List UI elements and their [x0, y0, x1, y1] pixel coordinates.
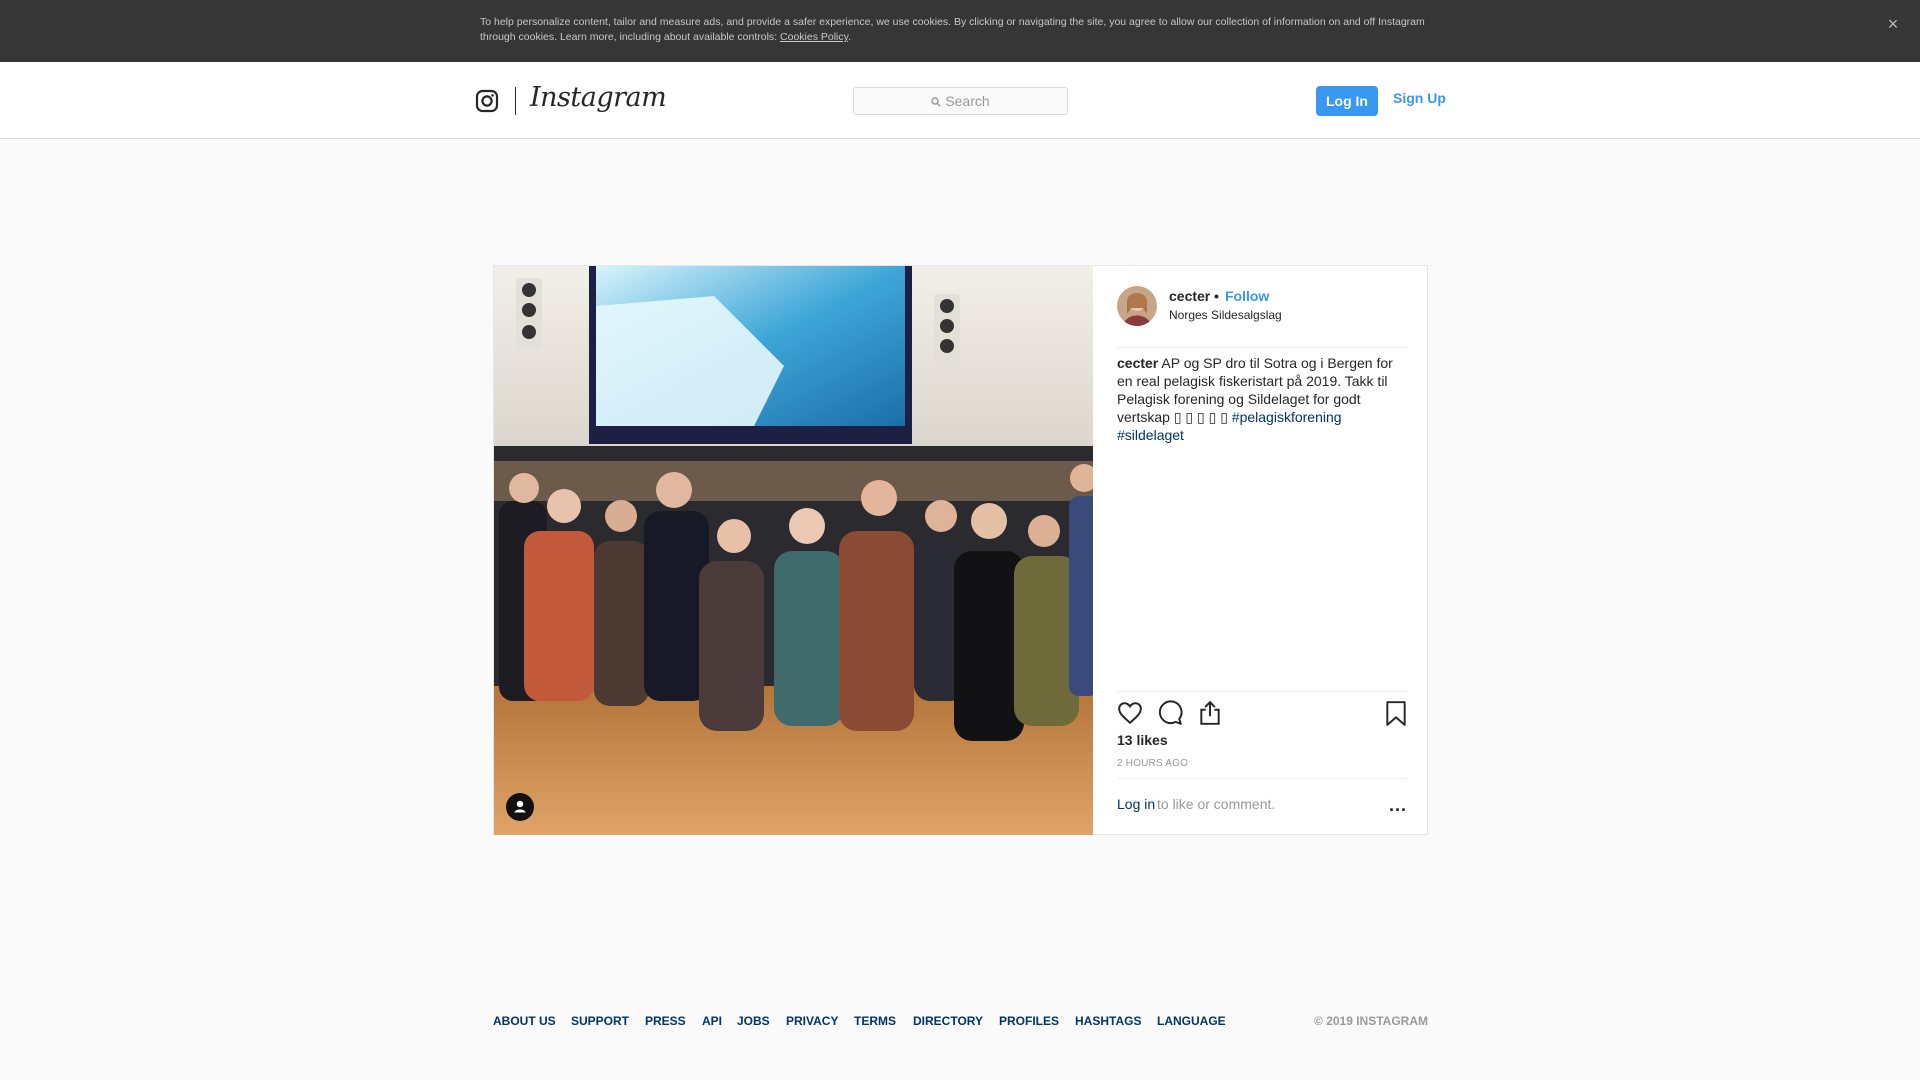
bookmark-icon[interactable]	[1383, 700, 1409, 726]
group-photo-illustration	[494, 266, 1093, 835]
post-header: cecter • Follow Norges Sildesalgslag	[1117, 286, 1407, 348]
caption-emoji: ▯ ▯ ▯ ▯ ▯	[1173, 409, 1228, 425]
search-placeholder: Search	[945, 93, 990, 109]
copyright: © 2019 INSTAGRAM	[1314, 1014, 1428, 1028]
post-actions	[1117, 691, 1407, 726]
post-card: cecter • Follow Norges Sildesalgslag cec…	[493, 265, 1428, 835]
cookie-text: To help personalize content, tailor and …	[480, 15, 1430, 45]
cookie-message: To help personalize content, tailor and …	[480, 16, 1425, 43]
footer-link-profiles[interactable]: PROFILES	[999, 1014, 1059, 1028]
footer-link-hashtags[interactable]: HASHTAGS	[1075, 1014, 1141, 1028]
log-in-button[interactable]: Log In	[1316, 86, 1378, 116]
heart-icon[interactable]	[1117, 700, 1143, 726]
footer: ABOUT US SUPPORT PRESS API JOBS PRIVACY …	[493, 1014, 1428, 1030]
search-input[interactable]: Search	[853, 87, 1068, 115]
top-navbar: Instagram Search Log In Sign Up	[0, 62, 1920, 139]
instagram-camera-icon[interactable]	[475, 89, 499, 113]
instagram-wordmark[interactable]: Instagram	[530, 82, 667, 113]
hashtag-link[interactable]: #pelagiskforening	[1232, 409, 1342, 425]
close-icon[interactable]: ×	[1884, 15, 1902, 33]
sign-up-link[interactable]: Sign Up	[1393, 90, 1446, 106]
share-icon[interactable]	[1197, 700, 1223, 726]
post-location[interactable]: Norges Sildesalgslag	[1169, 308, 1282, 322]
comment-prompt: to like or comment.	[1157, 796, 1276, 812]
log-in-link[interactable]: Log in	[1117, 796, 1155, 812]
footer-link-press[interactable]: PRESS	[645, 1014, 686, 1028]
search-icon	[931, 97, 942, 107]
separator-dot: •	[1214, 288, 1219, 304]
avatar[interactable]	[1117, 286, 1157, 326]
footer-link-api[interactable]: API	[702, 1014, 722, 1028]
post-username[interactable]: cecter	[1169, 288, 1210, 304]
cookie-banner: To help personalize content, tailor and …	[0, 0, 1920, 62]
follow-button[interactable]: Follow	[1225, 288, 1269, 304]
likes-count[interactable]: 13 likes	[1117, 732, 1168, 748]
caption-username[interactable]: cecter	[1117, 355, 1158, 371]
footer-link-language[interactable]: LANGUAGE	[1157, 1014, 1226, 1028]
footer-link-about-us[interactable]: ABOUT US	[493, 1014, 556, 1028]
post-photo[interactable]	[494, 266, 1093, 835]
footer-link-jobs[interactable]: JOBS	[737, 1014, 770, 1028]
post-timestamp[interactable]: 2 HOURS AGO	[1117, 758, 1188, 769]
comment-icon[interactable]	[1157, 700, 1183, 726]
footer-link-terms[interactable]: TERMS	[854, 1014, 896, 1028]
footer-link-privacy[interactable]: PRIVACY	[786, 1014, 838, 1028]
hashtag-link[interactable]: #sildelaget	[1117, 427, 1184, 443]
post-sidebar: cecter • Follow Norges Sildesalgslag cec…	[1094, 266, 1429, 835]
footer-link-directory[interactable]: DIRECTORY	[913, 1014, 983, 1028]
cookies-policy-link[interactable]: Cookies Policy	[780, 31, 848, 43]
cookie-period: .	[848, 31, 852, 43]
footer-link-support[interactable]: SUPPORT	[571, 1014, 629, 1028]
tagged-users-icon[interactable]	[506, 793, 534, 821]
more-options-icon[interactable]: ...	[1389, 795, 1407, 816]
comment-section: Log in to like or comment. ...	[1117, 778, 1407, 835]
post-caption: cecter AP og SP dro til Sotra og i Berge…	[1117, 354, 1412, 444]
logo-divider	[515, 87, 516, 115]
